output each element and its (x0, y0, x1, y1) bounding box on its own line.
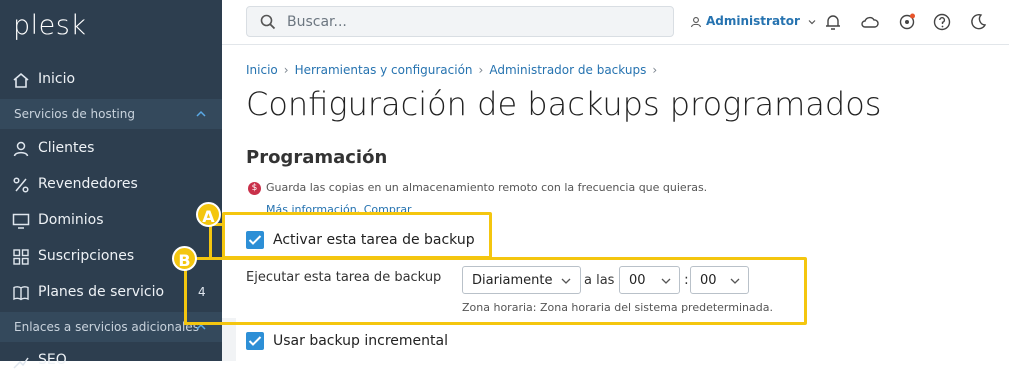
sidebar-section-label: Enlaces a servicios adicionales (14, 320, 199, 334)
breadcrumb-link-home[interactable]: Inicio (246, 63, 278, 77)
incremental-backup-label: Usar backup incremental (273, 333, 448, 349)
sidebar-item-label: Dominios (38, 212, 104, 228)
annotation-badge-b: B (172, 246, 197, 271)
search-input[interactable]: Buscar... (246, 6, 674, 37)
chevron-down-icon (808, 19, 816, 24)
chevron-right-icon: › (652, 63, 658, 77)
chevron-up-icon (196, 110, 206, 117)
page-title: Configuración de backups programados (246, 85, 882, 123)
sidebar-item-label: Clientes (38, 140, 95, 156)
breadcrumb-link-backups[interactable]: Administrador de backups (489, 63, 646, 77)
annotation-badge-a: A (196, 202, 221, 227)
percent-icon (13, 177, 29, 193)
sidebar-item-label: Revendedores (38, 176, 138, 192)
extensions-icon[interactable] (897, 12, 917, 32)
help-icon[interactable] (932, 12, 952, 32)
sidebar-item-dominios[interactable]: Dominios (0, 204, 222, 238)
user-icon (690, 16, 702, 27)
sidebar-item-label: SEO (38, 352, 67, 368)
plesk-logo[interactable]: plesk (13, 10, 86, 41)
top-bar: Buscar... Administrator (222, 0, 1009, 45)
notifications-icon[interactable] (823, 12, 843, 32)
sidebar-item-home[interactable]: Inicio (0, 63, 222, 97)
sidebar-item-label: Planes de servicio (38, 284, 165, 300)
dollar-icon: $ (248, 181, 261, 195)
sidebar-item-label: Inicio (38, 71, 76, 87)
breadcrumb-link-tools[interactable]: Herramientas y configuración (295, 63, 473, 77)
incremental-backup-checkbox[interactable] (246, 332, 264, 350)
chart-icon (13, 357, 29, 369)
monitor-icon (12, 213, 30, 229)
chevron-right-icon: › (478, 63, 484, 77)
sidebar-item-label: Suscripciones (38, 248, 135, 264)
section-title: Programación (246, 147, 388, 168)
user-icon (13, 141, 29, 157)
promo-text: $ Guarda las copias en un almacenamiento … (248, 181, 707, 195)
highlight-box-b (184, 257, 807, 325)
sidebar-item-seo[interactable]: SEO (0, 344, 222, 378)
cloud-icon[interactable] (860, 12, 880, 32)
search-placeholder: Buscar... (287, 14, 347, 30)
incremental-backup-row[interactable]: Usar backup incremental (246, 332, 448, 350)
checkmark-icon (248, 336, 262, 346)
sidebar-section-label: Servicios de hosting (14, 107, 135, 121)
breadcrumb: Inicio › Herramientas y configuración › Admi… (246, 63, 663, 77)
moon-icon[interactable] (968, 12, 988, 32)
search-icon (260, 14, 276, 30)
promo-message: Guarda las copias en un almacenamiento r… (266, 181, 708, 194)
highlight-box-a (222, 212, 492, 259)
home-icon (13, 72, 29, 88)
sidebar-item-revendedores[interactable]: Revendedores (0, 168, 222, 202)
grid-icon (13, 249, 29, 265)
sidebar-section-hosting[interactable]: Servicios de hosting (0, 99, 222, 129)
user-name: Administrator (706, 14, 800, 28)
user-menu[interactable]: Administrator (690, 14, 820, 28)
sidebar-item-clientes[interactable]: Clientes (0, 132, 222, 166)
book-icon (13, 286, 29, 301)
chevron-right-icon: › (283, 63, 289, 77)
